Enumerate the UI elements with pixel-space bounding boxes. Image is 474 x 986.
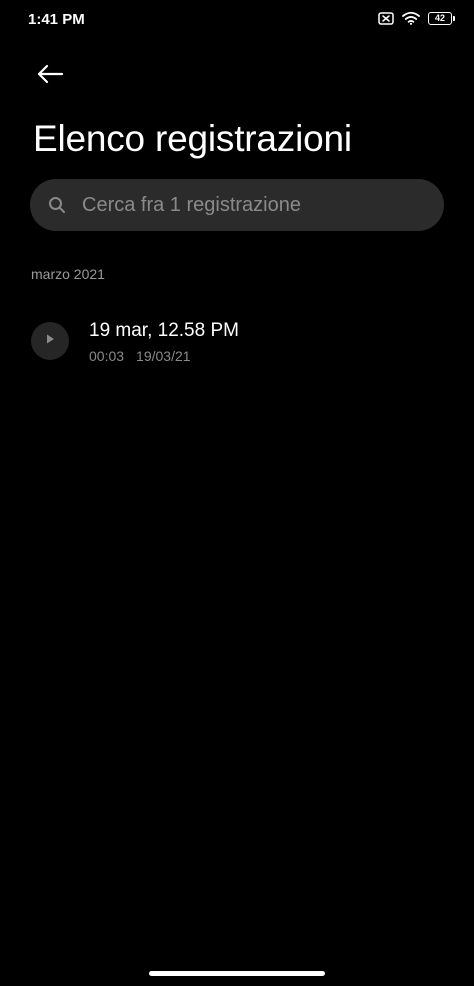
section-header-march-2021: marzo 2021 — [31, 266, 105, 282]
recording-date: 19/03/21 — [136, 348, 191, 364]
play-button[interactable] — [31, 322, 69, 360]
search-bar[interactable] — [30, 179, 444, 231]
recording-duration: 00:03 — [89, 348, 125, 364]
status-bar: 1:41 PM 42 — [0, 0, 474, 40]
status-icons: 42 — [378, 11, 455, 25]
play-icon — [44, 332, 56, 350]
home-indicator[interactable] — [149, 971, 325, 976]
sim-disabled-icon — [378, 11, 394, 25]
recording-meta: 00:03 19/03/21 — [89, 348, 191, 364]
recording-list-item[interactable]: 19 mar, 12.58 PM 00:03 19/03/21 — [0, 306, 474, 378]
status-time: 1:41 PM — [28, 11, 85, 28]
search-input[interactable] — [80, 192, 444, 218]
battery-level: 42 — [434, 12, 445, 23]
recording-title: 19 mar, 12.58 PM — [89, 320, 239, 341]
back-button[interactable] — [30, 56, 70, 96]
battery-icon: 42 — [428, 11, 455, 25]
wifi-icon — [402, 11, 420, 25]
search-icon — [46, 194, 68, 216]
page-title: Elenco registrazioni — [33, 118, 352, 159]
arrow-left-icon — [36, 64, 64, 89]
